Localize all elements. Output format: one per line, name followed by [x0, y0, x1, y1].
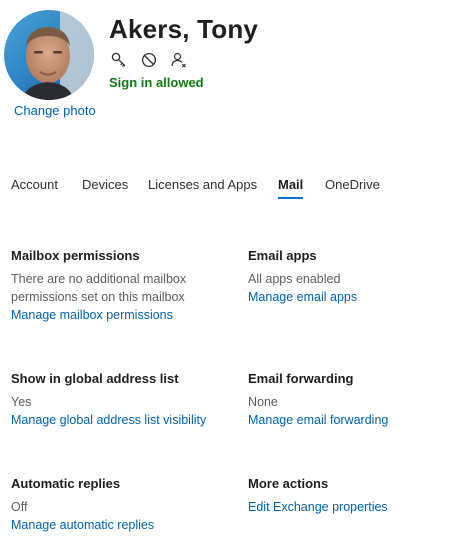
- user-display-name: Akers, Tony: [109, 14, 259, 44]
- more-actions-section: More actions Edit Exchange properties: [248, 475, 467, 516]
- more-actions-title: More actions: [248, 476, 329, 491]
- key-icon[interactable]: [110, 51, 128, 69]
- automatic-replies-title: Automatic replies: [11, 476, 121, 491]
- tab-onedrive[interactable]: OneDrive: [325, 177, 380, 199]
- email-forwarding-title: Email forwarding: [248, 371, 354, 386]
- tab-licenses-and-apps[interactable]: Licenses and Apps: [148, 177, 257, 199]
- manage-email-apps-link[interactable]: Manage email apps: [248, 288, 467, 306]
- email-apps-title: Email apps: [248, 248, 317, 263]
- avatar: [4, 10, 94, 100]
- user-action-icons: [110, 51, 188, 69]
- sign-in-status: Sign in allowed: [109, 75, 204, 90]
- tab-account[interactable]: Account: [11, 177, 58, 199]
- mailbox-permissions-title: Mailbox permissions: [11, 248, 140, 263]
- manage-automatic-replies-link[interactable]: Manage automatic replies: [11, 516, 236, 534]
- email-apps-value: All apps enabled: [248, 272, 341, 286]
- mailbox-permissions-value-line2: permissions set on this mailbox: [11, 290, 185, 304]
- manage-mailbox-permissions-link[interactable]: Manage mailbox permissions: [11, 306, 236, 324]
- email-apps-section: Email apps All apps enabled Manage email…: [248, 247, 467, 306]
- tab-mail[interactable]: Mail: [278, 177, 304, 199]
- tab-devices[interactable]: Devices: [82, 177, 128, 199]
- automatic-replies-section: Automatic replies Off Manage automatic r…: [11, 475, 236, 534]
- automatic-replies-value: Off: [11, 500, 28, 514]
- email-forwarding-section: Email forwarding None Manage email forwa…: [248, 370, 467, 429]
- global-address-list-title: Show in global address list: [11, 371, 179, 386]
- email-forwarding-value: None: [248, 395, 278, 409]
- user-remove-icon[interactable]: [170, 51, 188, 69]
- manage-email-forwarding-link[interactable]: Manage email forwarding: [248, 411, 467, 429]
- mailbox-permissions-section: Mailbox permissions There are no additio…: [11, 247, 236, 324]
- block-icon[interactable]: [140, 51, 158, 69]
- global-address-list-value: Yes: [11, 395, 32, 409]
- mailbox-permissions-value-line1: There are no additional mailbox: [11, 272, 187, 286]
- manage-global-address-list-link[interactable]: Manage global address list visibility: [11, 411, 236, 429]
- edit-exchange-properties-link[interactable]: Edit Exchange properties: [248, 498, 467, 516]
- change-photo-link[interactable]: Change photo: [14, 103, 96, 118]
- global-address-list-section: Show in global address list Yes Manage g…: [11, 370, 236, 429]
